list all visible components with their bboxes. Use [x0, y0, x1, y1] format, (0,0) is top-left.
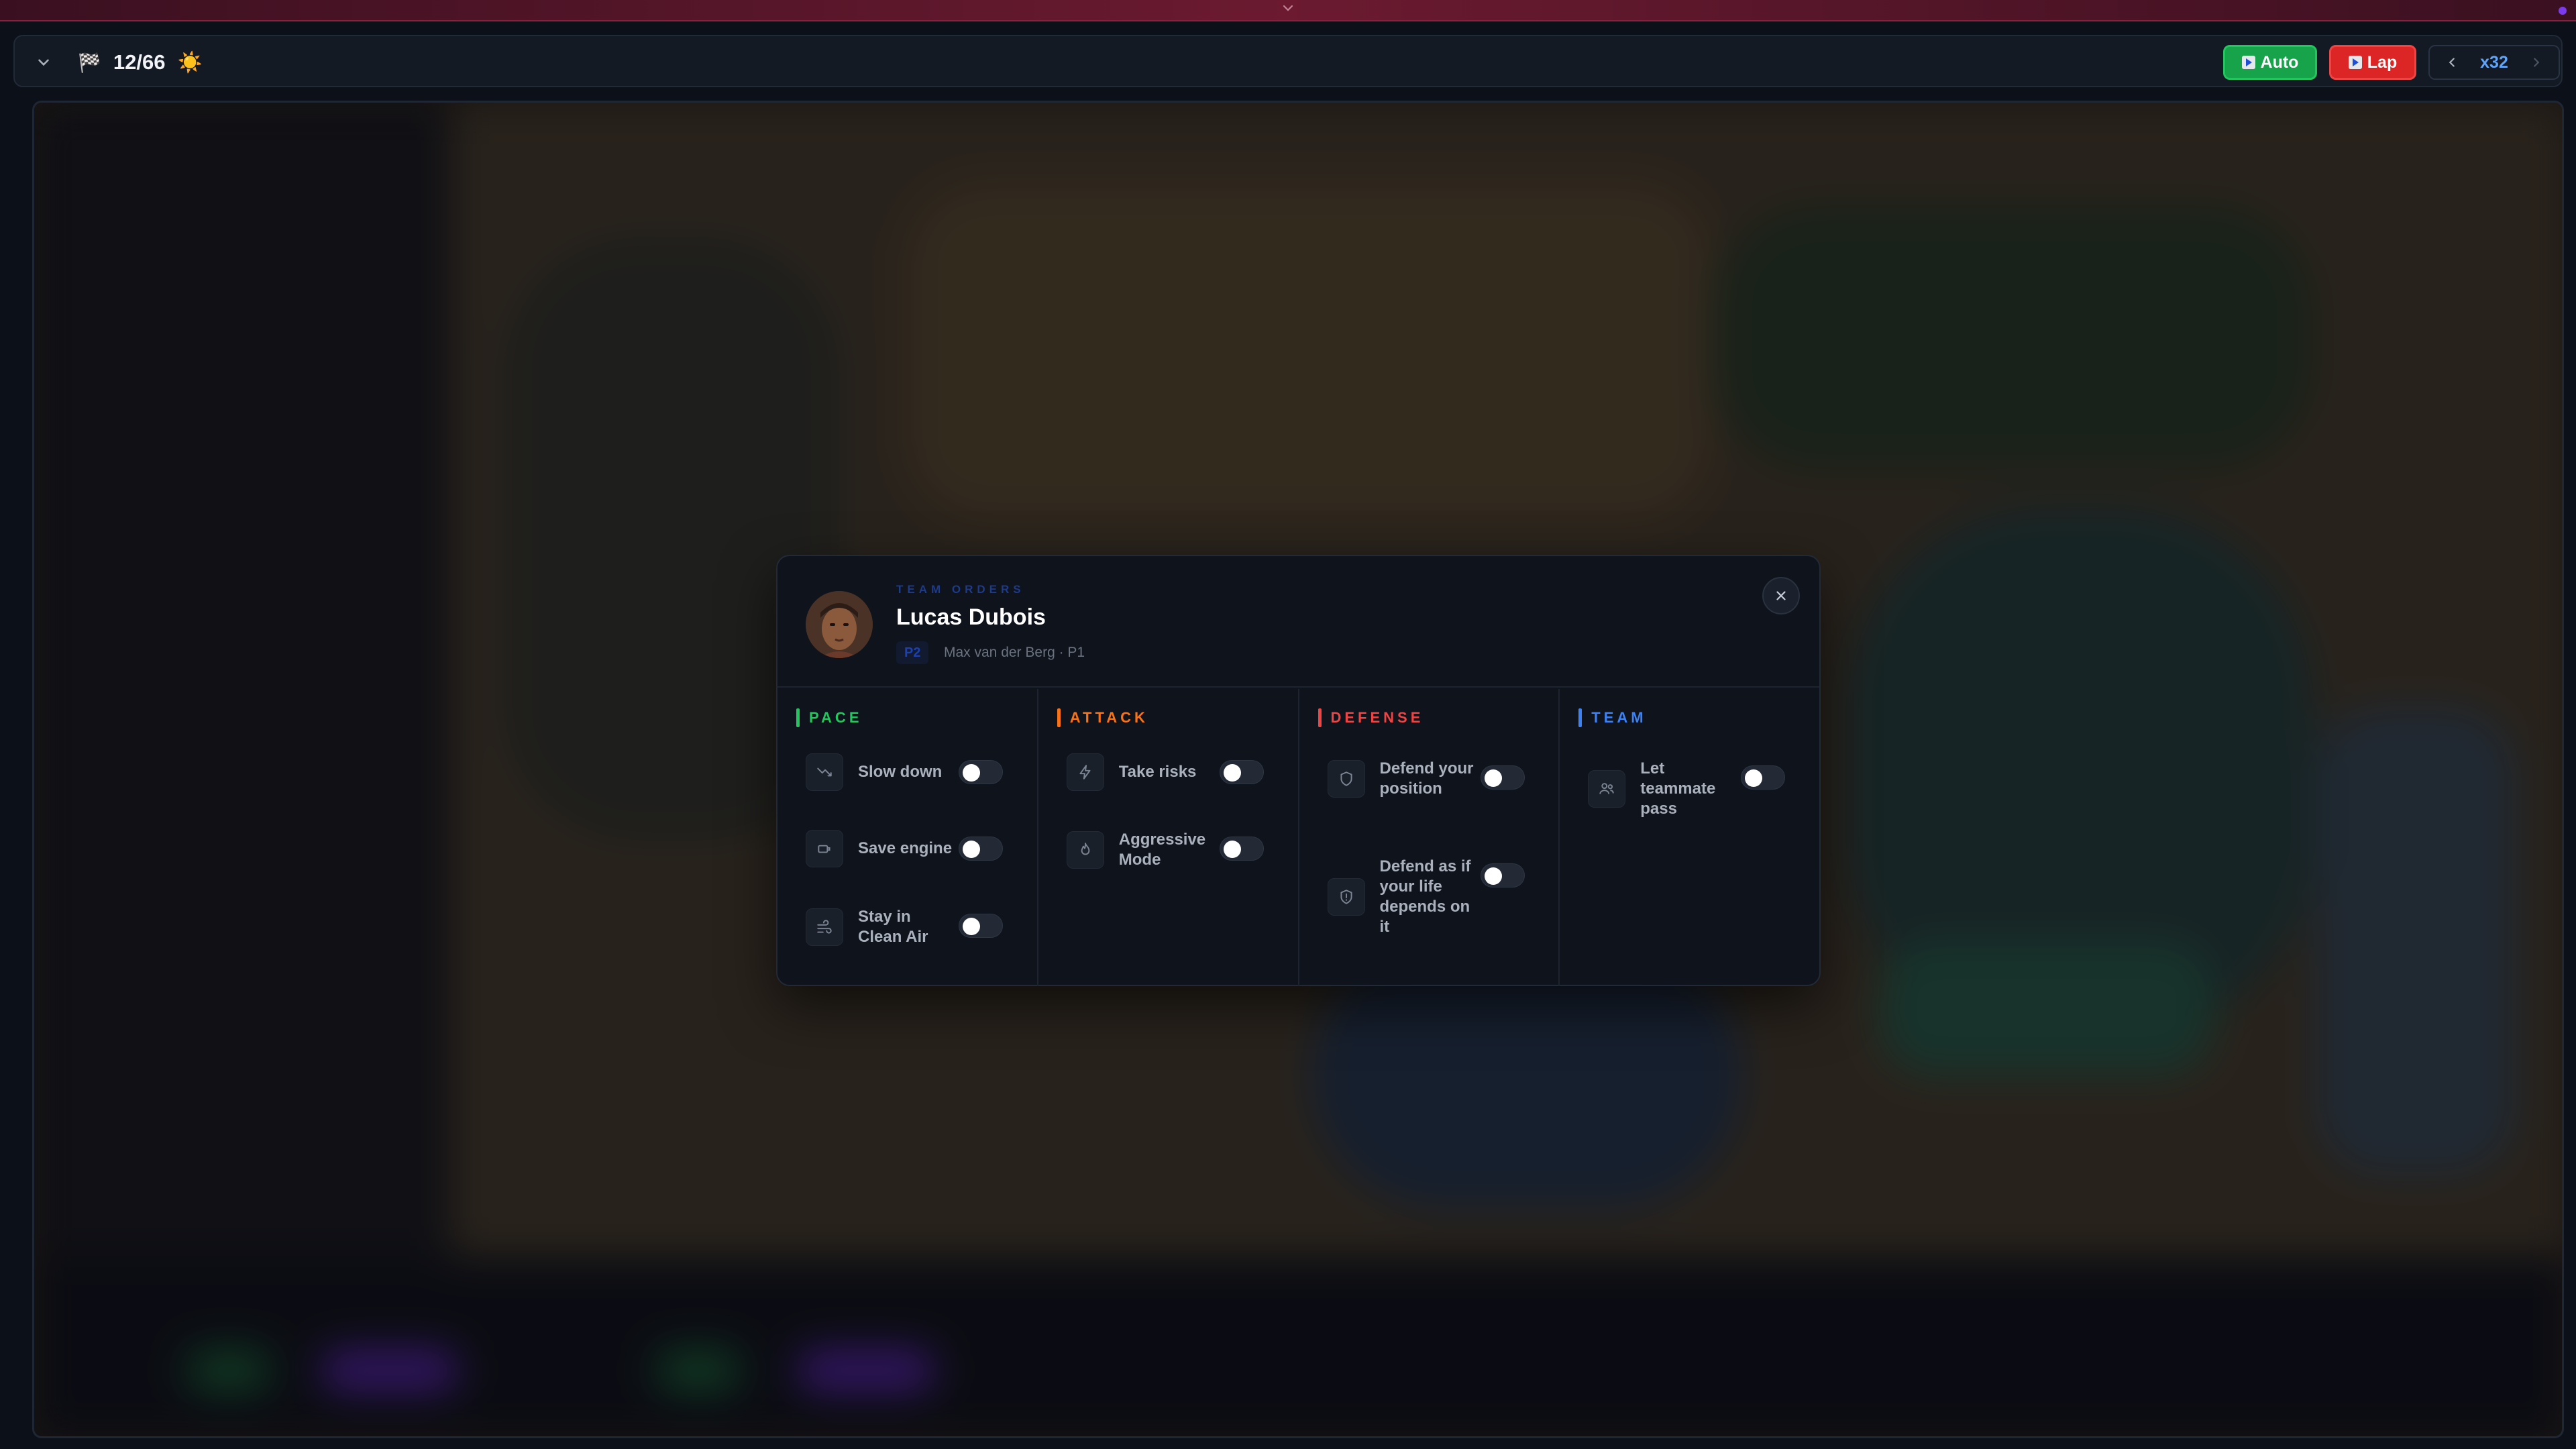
section-accent-bar — [796, 708, 800, 727]
section-accent-bar — [1318, 708, 1322, 727]
option-aggressive-mode: Aggressive Mode — [1066, 830, 1275, 870]
chevron-left-icon — [2449, 58, 2455, 67]
toggle-knob — [963, 918, 980, 935]
option-label: Stay in Clean Air — [858, 908, 928, 946]
chevron-down-icon — [38, 59, 49, 66]
lap-counter: 12/66 — [113, 50, 166, 74]
option-save-engine: Save engine — [806, 830, 1014, 867]
option-label: Aggressive Mode — [1118, 830, 1206, 869]
section-title-team: TEAM — [1578, 708, 1646, 728]
driver-name: Lucas Dubois — [896, 604, 1046, 630]
option-clean-air: Stay in Clean Air — [806, 907, 1014, 947]
toggle-take-risks[interactable] — [1219, 760, 1264, 784]
toggle-clean-air[interactable] — [959, 914, 1003, 938]
section-accent-bar — [1578, 708, 1582, 727]
toggle-knob — [1745, 769, 1763, 787]
section-title-text: ATTACK — [1069, 709, 1148, 726]
toggle-defend-position[interactable] — [1480, 765, 1525, 790]
users-icon — [1588, 770, 1626, 808]
shield-icon — [1327, 760, 1365, 798]
flame-icon — [1066, 831, 1104, 869]
section-title-pace: PACE — [796, 708, 863, 728]
lap-button[interactable]: Lap — [2329, 45, 2416, 80]
shield-alert-icon — [1327, 878, 1365, 916]
modal-eyebrow: TEAM ORDERS — [896, 583, 1025, 596]
section-pace: PACE Slow down Save engine Stay in Clean… — [777, 689, 1038, 986]
option-label: Let teammate pass — [1640, 759, 1716, 818]
lap-info: 🏁 12/66 ☀️ — [78, 48, 203, 76]
speed-increase-button[interactable] — [2529, 55, 2544, 70]
wind-icon — [806, 908, 843, 946]
section-title-text: DEFENSE — [1330, 709, 1424, 726]
section-attack: ATTACK Take risks Aggressive Mode — [1038, 689, 1299, 986]
teammate-info: Max van der Berg · P1 — [944, 645, 1085, 660]
chevron-down-icon[interactable] — [1280, 0, 1296, 16]
option-label: Defend as if your life depends on it — [1379, 857, 1471, 936]
section-title-defense: DEFENSE — [1318, 708, 1424, 728]
toggle-knob — [1223, 841, 1241, 858]
speed-value: x32 — [2480, 52, 2508, 72]
section-title-attack: ATTACK — [1057, 708, 1148, 728]
option-slow-down: Slow down — [806, 753, 1014, 791]
engine-icon — [806, 830, 843, 867]
position-badge: P2 — [896, 641, 929, 664]
toggle-knob — [1484, 867, 1502, 885]
order-sections: PACE Slow down Save engine Stay in Clean… — [777, 689, 1819, 986]
option-label: Slow down — [858, 763, 943, 781]
weather-sun-icon: ☀️ — [177, 51, 203, 74]
toggle-save-engine[interactable] — [959, 837, 1003, 861]
lightning-icon — [1066, 753, 1104, 791]
section-title-text: TEAM — [1591, 709, 1647, 726]
option-defend-position: Defend your position — [1327, 759, 1536, 799]
lap-button-label: Lap — [2367, 52, 2398, 72]
option-label: Take risks — [1118, 763, 1197, 781]
toggle-knob — [1484, 769, 1502, 787]
toggle-let-teammate-pass[interactable] — [1741, 765, 1786, 790]
option-label: Defend your position — [1379, 759, 1474, 798]
toggle-knob — [963, 841, 980, 858]
toggle-defend-life[interactable] — [1480, 863, 1525, 888]
option-take-risks: Take risks — [1066, 753, 1275, 791]
close-button[interactable] — [1762, 577, 1800, 614]
close-icon — [1776, 591, 1786, 600]
section-title-text: PACE — [809, 709, 863, 726]
chevron-right-icon — [2534, 58, 2540, 67]
toggle-knob — [1223, 764, 1241, 782]
modal-header: TEAM ORDERS Lucas Dubois P2 Max van der … — [777, 556, 1819, 688]
toggle-aggressive-mode[interactable] — [1219, 837, 1264, 861]
option-defend-life: Defend as if your life depends on it — [1327, 857, 1536, 937]
team-orders-modal: TEAM ORDERS Lucas Dubois P2 Max van der … — [776, 555, 1821, 986]
auto-button[interactable]: Auto — [2223, 45, 2317, 80]
top-banner — [0, 0, 2576, 21]
driver-avatar — [806, 591, 873, 658]
section-accent-bar — [1057, 708, 1061, 727]
section-defense: DEFENSE Defend your position Defend as i… — [1299, 689, 1560, 986]
notification-dot — [2559, 7, 2567, 15]
auto-button-label: Auto — [2260, 52, 2299, 72]
race-toolbar: 🏁 12/66 ☀️ Auto Lap x32 — [13, 35, 2563, 87]
trend-down-icon — [806, 753, 843, 791]
play-icon — [2241, 56, 2255, 69]
toggle-slow-down[interactable] — [959, 760, 1003, 784]
speed-decrease-button[interactable] — [2445, 55, 2459, 70]
toggle-knob — [963, 764, 980, 782]
option-label: Save engine — [858, 839, 953, 857]
section-team: TEAM Let teammate pass — [1560, 689, 1819, 986]
collapse-button[interactable] — [32, 51, 55, 74]
checkered-flag-icon: 🏁 — [78, 52, 101, 73]
skip-icon — [2348, 56, 2362, 69]
option-let-teammate-pass: Let teammate pass — [1588, 759, 1796, 819]
speed-control: x32 — [2428, 45, 2560, 80]
